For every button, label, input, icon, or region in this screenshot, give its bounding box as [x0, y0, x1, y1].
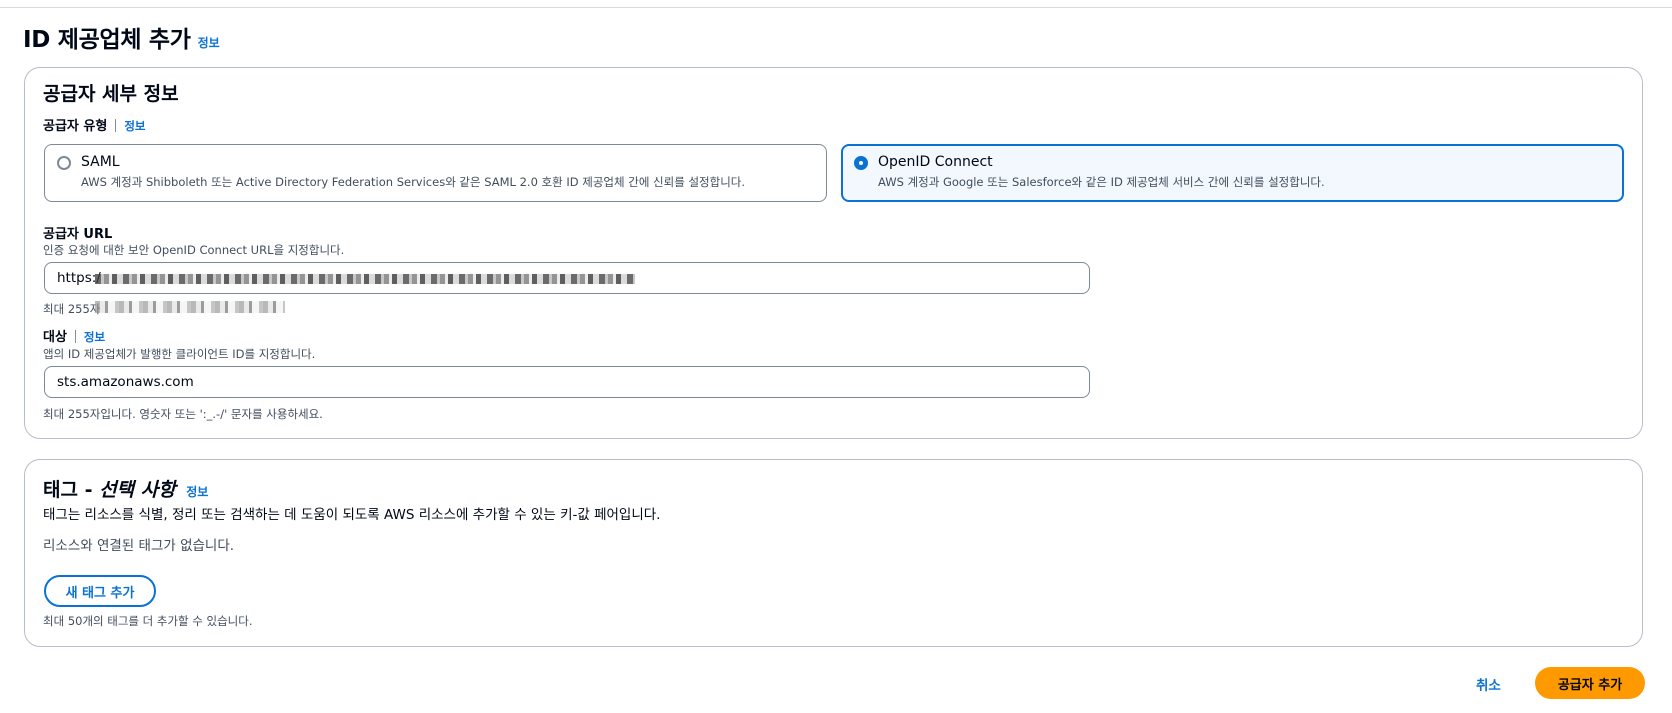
tags-panel: 태그 - 선택 사항 정보 태그는 리소스를 식별, 정리 또는 검색하는 데 … [24, 459, 1643, 647]
provider-type-label: 공급자 유형 정보 [43, 115, 146, 134]
redacted-constraint-overlay [95, 301, 285, 313]
audience-label-text: 대상 [43, 330, 67, 345]
tags-limit-text: 최대 50개의 태그를 더 추가할 수 있습니다. [43, 614, 253, 628]
provider-url-description: 인증 요청에 대한 보안 OpenID Connect URL을 지정합니다. [43, 243, 345, 257]
saml-title: SAML [81, 154, 120, 170]
top-divider [0, 7, 1672, 8]
page-title: ID 제공업체 추가 [23, 27, 191, 53]
audience-info-link[interactable]: 정보 [84, 330, 105, 344]
label-separator [74, 330, 76, 343]
tags-title-optional: 선택 사항 [99, 479, 176, 501]
audience-description: 앱의 ID 제공업체가 발행한 클라이언트 ID를 지정합니다. [43, 347, 316, 361]
oidc-radio[interactable] [854, 156, 868, 170]
provider-type-saml-tile[interactable]: SAML AWS 계정과 Shibboleth 또는 Active Direct… [44, 144, 827, 202]
provider-type-info-link[interactable]: 정보 [124, 119, 145, 133]
tags-info-link[interactable]: 정보 [186, 485, 208, 499]
tags-title-main: 태그 - [43, 479, 100, 501]
provider-details-title: 공급자 세부 정보 [43, 83, 179, 105]
audience-label: 대상 정보 [43, 326, 105, 345]
redacted-url-overlay [95, 274, 635, 284]
provider-url-constraint: 최대 255자 [43, 302, 101, 316]
oidc-description: AWS 계정과 Google 또는 Salesforce와 같은 ID 제공업체… [878, 175, 1325, 189]
provider-type-oidc-tile[interactable]: OpenID Connect AWS 계정과 Google 또는 Salesfo… [841, 144, 1624, 202]
audience-input[interactable] [44, 366, 1090, 398]
page-info-link[interactable]: 정보 [198, 34, 220, 51]
audience-constraint: 최대 255자입니다. 영숫자 또는 ':_.-/' 문자를 사용하세요. [43, 407, 323, 421]
oidc-title: OpenID Connect [878, 154, 993, 170]
tags-empty-text: 리소스와 연결된 태그가 없습니다. [43, 538, 235, 554]
tags-description: 태그는 리소스를 식별, 정리 또는 검색하는 데 도움이 되도록 AWS 리소… [43, 507, 661, 523]
saml-description: AWS 계정과 Shibboleth 또는 Active Directory F… [81, 175, 746, 189]
tags-title: 태그 - 선택 사항 정보 [43, 475, 208, 502]
cancel-button[interactable]: 취소 [1476, 674, 1501, 694]
page-header: ID 제공업체 추가 정보 [23, 20, 220, 54]
label-separator [115, 119, 117, 132]
provider-details-panel: 공급자 세부 정보 공급자 유형 정보 SAML AWS 계정과 Shibbole… [24, 67, 1643, 439]
provider-url-label: 공급자 URL [43, 227, 113, 242]
add-provider-button[interactable]: 공급자 추가 [1535, 667, 1645, 699]
add-new-tag-button[interactable]: 새 태그 추가 [44, 575, 156, 607]
provider-type-label-text: 공급자 유형 [43, 119, 108, 134]
saml-radio[interactable] [57, 156, 71, 170]
